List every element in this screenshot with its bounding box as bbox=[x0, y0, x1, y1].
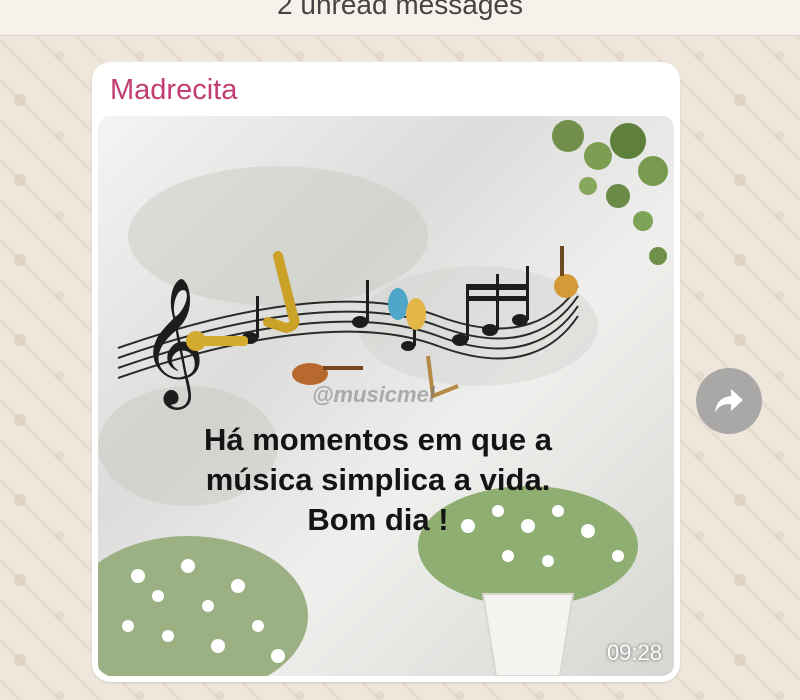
flowers-bottom-left bbox=[98, 536, 308, 676]
forward-button[interactable] bbox=[696, 368, 762, 434]
greenery-top-right bbox=[552, 120, 668, 265]
message-bubble[interactable]: Madrecita 𝄞 @musicmel Há momentos em que… bbox=[92, 62, 680, 682]
unread-messages-banner: 2 unread messages bbox=[0, 0, 800, 36]
guitar-icon bbox=[554, 246, 578, 298]
message-image[interactable]: 𝄞 @musicmel Há momentos em que a música … bbox=[98, 116, 674, 676]
image-caption: Há momentos em que a música simplica a v… bbox=[168, 420, 588, 540]
caption-line: música simplica a vida. bbox=[205, 462, 551, 497]
caption-line: Bom dia ! bbox=[307, 502, 449, 537]
message-timestamp: 09:28 bbox=[606, 640, 662, 665]
forward-arrow-icon bbox=[715, 389, 743, 413]
image-watermark: @musicmel bbox=[312, 382, 435, 407]
unread-count-label: 2 unread messages bbox=[277, 0, 523, 20]
sender-name[interactable]: Madrecita bbox=[110, 74, 237, 107]
caption-line: Há momentos em que a bbox=[204, 422, 552, 457]
